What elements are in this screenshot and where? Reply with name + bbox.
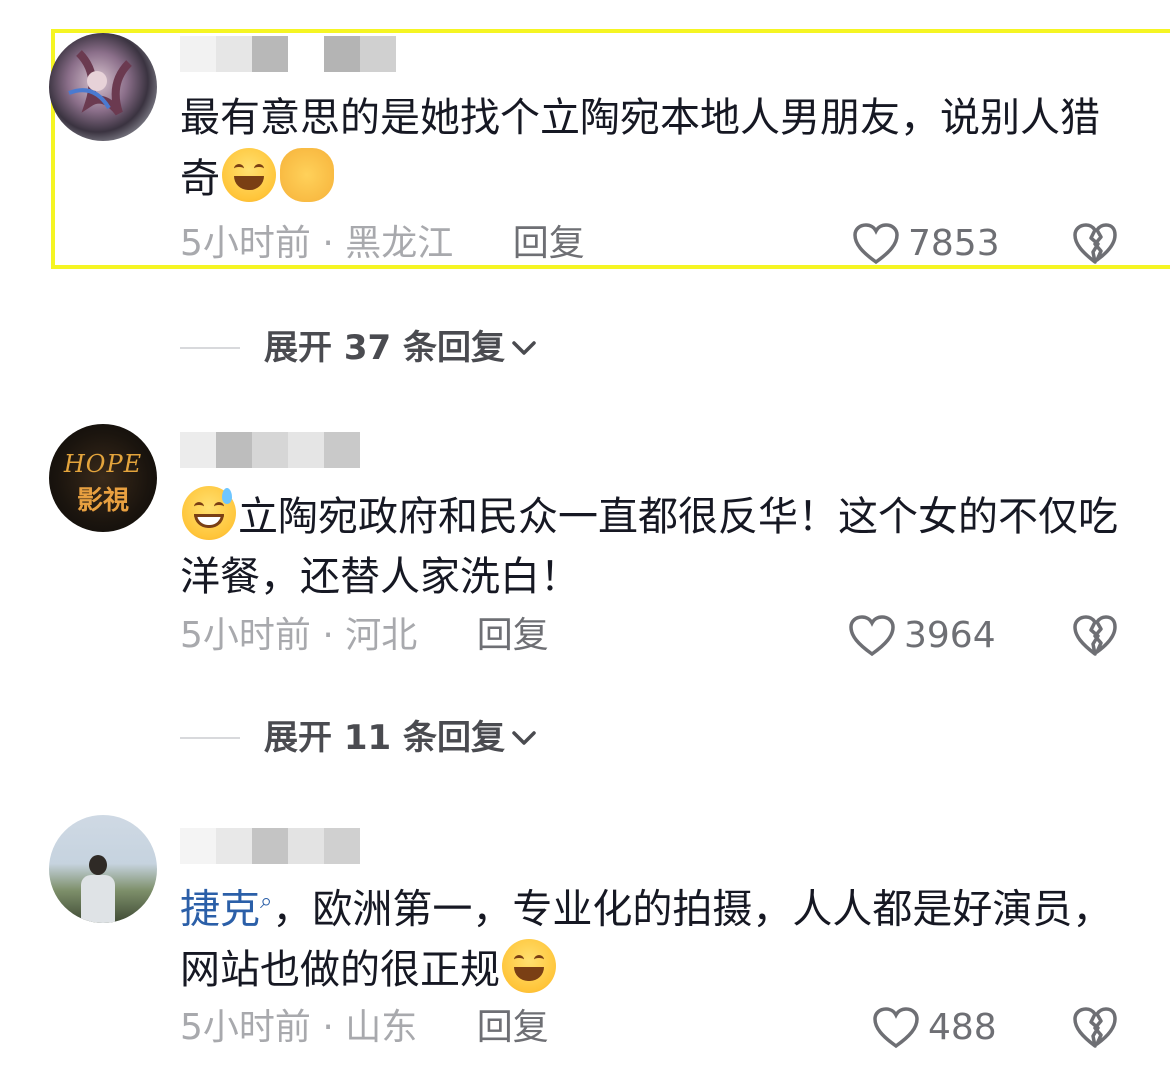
heart-outline-icon — [849, 615, 895, 657]
username-blurred[interactable] — [180, 432, 360, 468]
avatar[interactable] — [49, 815, 157, 923]
ok-hand-emoji — [280, 148, 334, 202]
reply-button[interactable]: 回复 — [513, 222, 585, 266]
expand-replies-button[interactable]: 展开 11 条回复 — [180, 716, 541, 760]
like-button[interactable]: 488 — [872, 1006, 997, 1050]
broken-heart-icon[interactable] — [1072, 222, 1118, 266]
broken-heart-icon[interactable] — [1072, 1006, 1118, 1050]
like-count: 7853 — [908, 223, 1000, 264]
avatar-hope-text: HOPE — [63, 450, 143, 478]
username-blurred[interactable] — [180, 828, 360, 864]
comment-text: 立陶宛政府和民众一直都很反华！这个女的不仅吃洋餐，还替人家洗白！ — [180, 494, 1118, 600]
broken-heart-icon[interactable] — [1072, 614, 1118, 658]
expand-replies-button[interactable]: 展开 37 条回复 — [180, 326, 541, 370]
time-region: 5小时前 · 山东 — [180, 1007, 418, 1048]
heart-outline-icon — [853, 223, 899, 265]
time-region: 5小时前 · 黑龙江 — [180, 223, 454, 264]
expand-label: 展开 11 条回复 — [264, 718, 505, 758]
chevron-down-icon — [512, 731, 536, 745]
comment-text: ，欧洲第一，专业化的拍摄，人人都是好演员，网站也做的很正规 — [180, 886, 1113, 994]
search-icon[interactable]: ⌕ — [260, 889, 272, 914]
time-region: 5小时前 · 河北 — [180, 615, 418, 656]
username-blurred[interactable] — [180, 36, 396, 72]
grin-sweat-emoji — [182, 486, 236, 540]
comment-meta: 5小时前 · 山东 回复 — [180, 1006, 549, 1050]
avatar[interactable] — [49, 33, 157, 141]
comment-meta: 5小时前 · 黑龙江 回复 — [180, 222, 585, 266]
divider — [180, 347, 240, 349]
like-count: 3964 — [904, 615, 996, 656]
avatar[interactable]: HOPE 影視 — [49, 424, 157, 532]
reply-button[interactable]: 回复 — [477, 614, 549, 658]
avatar-ys-text: 影視 — [76, 486, 129, 516]
heart-outline-icon — [873, 1007, 919, 1049]
search-link[interactable]: 捷克 — [180, 886, 260, 932]
comment-meta: 5小时前 · 河北 回复 — [180, 614, 549, 658]
laughing-tears-emoji — [502, 939, 556, 994]
like-count: 488 — [928, 1007, 997, 1048]
like-button[interactable]: 3964 — [848, 614, 996, 658]
comment-content: 最有意思的是她找个立陶宛本地人男朋友，说别人猎奇 — [180, 88, 1120, 209]
comment-content: 立陶宛政府和民众一直都很反华！这个女的不仅吃洋餐，还替人家洗白！ — [180, 486, 1120, 607]
chevron-down-icon — [512, 341, 536, 355]
reply-button[interactable]: 回复 — [477, 1006, 549, 1050]
expand-label: 展开 37 条回复 — [264, 328, 505, 368]
avatar-person — [81, 855, 115, 923]
like-button[interactable]: 7853 — [852, 222, 1000, 266]
laughing-tears-emoji — [222, 148, 276, 202]
comment-content: 捷克⌕，欧洲第一，专业化的拍摄，人人都是好演员，网站也做的很正规 — [180, 872, 1120, 1000]
divider — [180, 737, 240, 739]
